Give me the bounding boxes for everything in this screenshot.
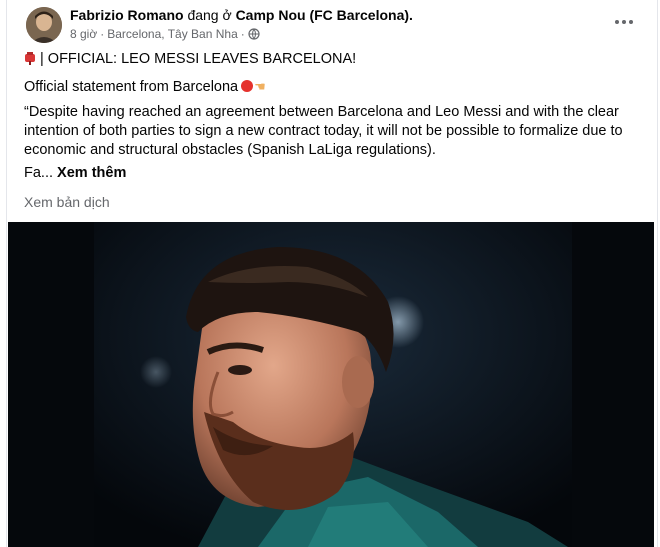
post-statement: Official statement from Barcelona: [24, 79, 239, 95]
post-headline-line: | OFFICIAL: LEO MESSI LEAVES BARCELONA!: [24, 50, 644, 71]
header-connector: đang ở: [183, 7, 236, 23]
pin-emoji-icon: [24, 51, 36, 71]
red-circle-icon: [241, 80, 254, 92]
avatar-image: [26, 7, 62, 43]
facebook-post: Fabrizio Romano đang ở Camp Nou (FC Barc…: [0, 0, 660, 547]
see-translation-link[interactable]: Xem bản dịch: [24, 194, 110, 210]
avatar[interactable]: [26, 7, 62, 43]
post-statement-line: Official statement from Barcelona ☚: [24, 77, 644, 97]
truncated-text: Fa...: [24, 165, 54, 181]
post-time[interactable]: 8 giờ: [70, 26, 97, 42]
post-header-line: Fabrizio Romano đang ở Camp Nou (FC Barc…: [70, 6, 413, 24]
see-more-link[interactable]: Xem thêm: [57, 165, 126, 181]
post-truncation-line: Fa... Xem thêm: [24, 164, 644, 183]
messi-photo: [8, 222, 654, 547]
check-in-location[interactable]: Camp Nou (FC Barcelona).: [236, 7, 413, 23]
post-photo[interactable]: [8, 222, 654, 547]
pointing-hand-icon: ☚: [254, 79, 266, 94]
post-headline: | OFFICIAL: LEO MESSI LEAVES BARCELONA!: [40, 51, 357, 67]
more-options-button[interactable]: [612, 10, 636, 34]
post-meta: 8 giờ · Barcelona, Tây Ban Nha ·: [70, 26, 260, 42]
globe-icon: [248, 28, 260, 40]
meta-separator: ·: [240, 27, 245, 41]
more-horizontal-icon: [615, 20, 633, 24]
post-quote: “Despite having reached an agreement bet…: [24, 104, 623, 158]
author-name[interactable]: Fabrizio Romano: [70, 7, 184, 23]
post-place[interactable]: Barcelona, Tây Ban Nha: [107, 26, 238, 42]
meta-separator: ·: [100, 27, 105, 41]
